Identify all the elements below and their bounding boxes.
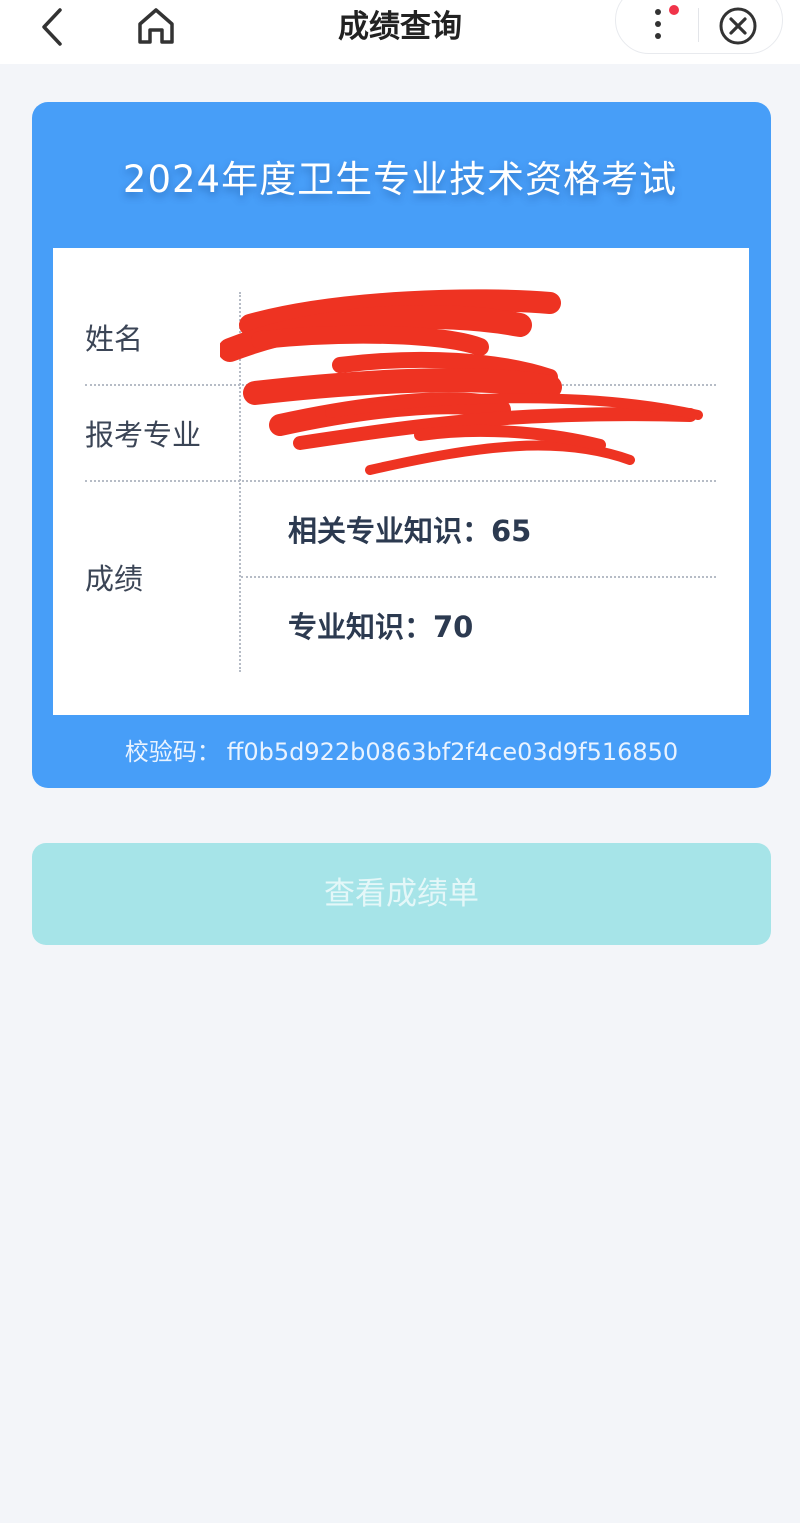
redaction-scribble — [220, 289, 703, 475]
back-button[interactable] — [30, 4, 80, 50]
close-circle-icon — [719, 7, 757, 45]
capsule-divider — [698, 8, 699, 42]
home-button[interactable] — [130, 2, 182, 50]
view-report-button[interactable]: 查看成绩单 — [32, 843, 771, 945]
score-divider — [241, 576, 716, 578]
major-label: 报考专业 — [85, 418, 202, 452]
verification-code-value: ff0b5d922b0863bf2f4ce03d9f516850 — [226, 738, 679, 766]
score-label: 成绩 — [85, 562, 144, 596]
home-icon — [138, 8, 174, 44]
verification-code: 校验码： ff0b5d922b0863bf2f4ce03d9f516850 — [32, 730, 771, 774]
related-knowledge-score: 相关专业知识：65 — [288, 514, 532, 548]
page-title: 成绩查询 — [338, 9, 462, 45]
row-divider — [85, 480, 716, 482]
more-dots-icon — [655, 5, 679, 39]
name-label: 姓名 — [85, 322, 144, 356]
back-arrow-icon — [42, 8, 62, 46]
exam-title: 2024年度卫生专业技术资格考试 — [122, 158, 678, 201]
verification-label: 校验码： — [124, 738, 221, 766]
notification-dot — [669, 5, 679, 15]
more-button[interactable] — [630, 0, 690, 50]
professional-knowledge-score: 专业知识：70 — [288, 610, 474, 644]
close-button[interactable] — [712, 2, 764, 50]
